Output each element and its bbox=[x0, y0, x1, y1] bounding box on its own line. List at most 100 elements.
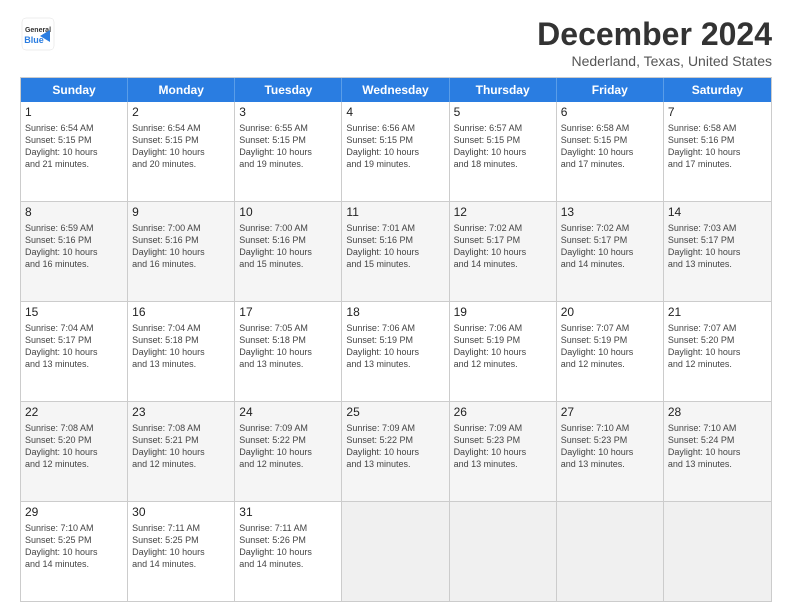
day-number: 10 bbox=[239, 205, 337, 221]
calendar-cell: 6Sunrise: 6:58 AMSunset: 5:15 PMDaylight… bbox=[557, 102, 664, 201]
header: General Blue December 2024 Nederland, Te… bbox=[20, 16, 772, 69]
calendar-cell: 26Sunrise: 7:09 AMSunset: 5:23 PMDayligh… bbox=[450, 402, 557, 501]
cell-sun-info: Sunrise: 7:09 AMSunset: 5:23 PMDaylight:… bbox=[454, 422, 552, 471]
cell-sun-info: Sunrise: 7:11 AMSunset: 5:25 PMDaylight:… bbox=[132, 522, 230, 571]
day-number: 17 bbox=[239, 305, 337, 321]
page: General Blue December 2024 Nederland, Te… bbox=[0, 0, 792, 612]
calendar-row-4: 22Sunrise: 7:08 AMSunset: 5:20 PMDayligh… bbox=[21, 401, 771, 501]
cell-sun-info: Sunrise: 6:56 AMSunset: 5:15 PMDaylight:… bbox=[346, 122, 444, 171]
cell-sun-info: Sunrise: 7:03 AMSunset: 5:17 PMDaylight:… bbox=[668, 222, 767, 271]
day-number: 29 bbox=[25, 505, 123, 521]
day-number: 8 bbox=[25, 205, 123, 221]
day-number: 25 bbox=[346, 405, 444, 421]
calendar-cell: 3Sunrise: 6:55 AMSunset: 5:15 PMDaylight… bbox=[235, 102, 342, 201]
cell-sun-info: Sunrise: 7:08 AMSunset: 5:21 PMDaylight:… bbox=[132, 422, 230, 471]
calendar-cell: 20Sunrise: 7:07 AMSunset: 5:19 PMDayligh… bbox=[557, 302, 664, 401]
cell-sun-info: Sunrise: 7:09 AMSunset: 5:22 PMDaylight:… bbox=[346, 422, 444, 471]
calendar-cell: 12Sunrise: 7:02 AMSunset: 5:17 PMDayligh… bbox=[450, 202, 557, 301]
svg-text:Blue: Blue bbox=[24, 35, 44, 45]
calendar-cell: 4Sunrise: 6:56 AMSunset: 5:15 PMDaylight… bbox=[342, 102, 449, 201]
day-number: 22 bbox=[25, 405, 123, 421]
day-number: 9 bbox=[132, 205, 230, 221]
cell-sun-info: Sunrise: 7:10 AMSunset: 5:23 PMDaylight:… bbox=[561, 422, 659, 471]
calendar-cell: 22Sunrise: 7:08 AMSunset: 5:20 PMDayligh… bbox=[21, 402, 128, 501]
calendar-body: 1Sunrise: 6:54 AMSunset: 5:15 PMDaylight… bbox=[21, 102, 771, 601]
calendar-cell: 28Sunrise: 7:10 AMSunset: 5:24 PMDayligh… bbox=[664, 402, 771, 501]
cell-sun-info: Sunrise: 6:55 AMSunset: 5:15 PMDaylight:… bbox=[239, 122, 337, 171]
cell-sun-info: Sunrise: 7:09 AMSunset: 5:22 PMDaylight:… bbox=[239, 422, 337, 471]
calendar-cell: 27Sunrise: 7:10 AMSunset: 5:23 PMDayligh… bbox=[557, 402, 664, 501]
cell-sun-info: Sunrise: 7:07 AMSunset: 5:20 PMDaylight:… bbox=[668, 322, 767, 371]
calendar-cell: 21Sunrise: 7:07 AMSunset: 5:20 PMDayligh… bbox=[664, 302, 771, 401]
day-number: 13 bbox=[561, 205, 659, 221]
day-number: 23 bbox=[132, 405, 230, 421]
calendar-cell: 17Sunrise: 7:05 AMSunset: 5:18 PMDayligh… bbox=[235, 302, 342, 401]
day-number: 4 bbox=[346, 105, 444, 121]
calendar-cell: 1Sunrise: 6:54 AMSunset: 5:15 PMDaylight… bbox=[21, 102, 128, 201]
day-number: 15 bbox=[25, 305, 123, 321]
day-number: 31 bbox=[239, 505, 337, 521]
cell-sun-info: Sunrise: 7:05 AMSunset: 5:18 PMDaylight:… bbox=[239, 322, 337, 371]
calendar-cell: 2Sunrise: 6:54 AMSunset: 5:15 PMDaylight… bbox=[128, 102, 235, 201]
calendar-cell: 19Sunrise: 7:06 AMSunset: 5:19 PMDayligh… bbox=[450, 302, 557, 401]
calendar-row-1: 1Sunrise: 6:54 AMSunset: 5:15 PMDaylight… bbox=[21, 102, 771, 201]
day-number: 24 bbox=[239, 405, 337, 421]
calendar-cell: 24Sunrise: 7:09 AMSunset: 5:22 PMDayligh… bbox=[235, 402, 342, 501]
calendar-cell: 9Sunrise: 7:00 AMSunset: 5:16 PMDaylight… bbox=[128, 202, 235, 301]
calendar-cell bbox=[664, 502, 771, 601]
calendar-row-3: 15Sunrise: 7:04 AMSunset: 5:17 PMDayligh… bbox=[21, 301, 771, 401]
day-number: 2 bbox=[132, 105, 230, 121]
day-number: 20 bbox=[561, 305, 659, 321]
col-header-saturday: Saturday bbox=[664, 78, 771, 102]
calendar-cell: 15Sunrise: 7:04 AMSunset: 5:17 PMDayligh… bbox=[21, 302, 128, 401]
day-number: 19 bbox=[454, 305, 552, 321]
col-header-tuesday: Tuesday bbox=[235, 78, 342, 102]
calendar-row-5: 29Sunrise: 7:10 AMSunset: 5:25 PMDayligh… bbox=[21, 501, 771, 601]
day-number: 14 bbox=[668, 205, 767, 221]
calendar-cell: 16Sunrise: 7:04 AMSunset: 5:18 PMDayligh… bbox=[128, 302, 235, 401]
cell-sun-info: Sunrise: 7:01 AMSunset: 5:16 PMDaylight:… bbox=[346, 222, 444, 271]
cell-sun-info: Sunrise: 7:04 AMSunset: 5:17 PMDaylight:… bbox=[25, 322, 123, 371]
title-block: December 2024 Nederland, Texas, United S… bbox=[537, 16, 772, 69]
calendar-cell: 25Sunrise: 7:09 AMSunset: 5:22 PMDayligh… bbox=[342, 402, 449, 501]
cell-sun-info: Sunrise: 7:10 AMSunset: 5:25 PMDaylight:… bbox=[25, 522, 123, 571]
location: Nederland, Texas, United States bbox=[537, 53, 772, 69]
logo: General Blue bbox=[20, 16, 56, 52]
day-number: 5 bbox=[454, 105, 552, 121]
col-header-wednesday: Wednesday bbox=[342, 78, 449, 102]
calendar-cell: 7Sunrise: 6:58 AMSunset: 5:16 PMDaylight… bbox=[664, 102, 771, 201]
cell-sun-info: Sunrise: 6:59 AMSunset: 5:16 PMDaylight:… bbox=[25, 222, 123, 271]
col-header-friday: Friday bbox=[557, 78, 664, 102]
col-header-thursday: Thursday bbox=[450, 78, 557, 102]
day-number: 12 bbox=[454, 205, 552, 221]
calendar-cell: 23Sunrise: 7:08 AMSunset: 5:21 PMDayligh… bbox=[128, 402, 235, 501]
cell-sun-info: Sunrise: 7:11 AMSunset: 5:26 PMDaylight:… bbox=[239, 522, 337, 571]
day-number: 18 bbox=[346, 305, 444, 321]
calendar-cell: 13Sunrise: 7:02 AMSunset: 5:17 PMDayligh… bbox=[557, 202, 664, 301]
cell-sun-info: Sunrise: 6:58 AMSunset: 5:15 PMDaylight:… bbox=[561, 122, 659, 171]
calendar-header: SundayMondayTuesdayWednesdayThursdayFrid… bbox=[21, 78, 771, 102]
day-number: 26 bbox=[454, 405, 552, 421]
calendar-cell: 8Sunrise: 6:59 AMSunset: 5:16 PMDaylight… bbox=[21, 202, 128, 301]
day-number: 6 bbox=[561, 105, 659, 121]
cell-sun-info: Sunrise: 7:02 AMSunset: 5:17 PMDaylight:… bbox=[561, 222, 659, 271]
calendar-cell: 18Sunrise: 7:06 AMSunset: 5:19 PMDayligh… bbox=[342, 302, 449, 401]
cell-sun-info: Sunrise: 6:54 AMSunset: 5:15 PMDaylight:… bbox=[132, 122, 230, 171]
calendar-cell bbox=[450, 502, 557, 601]
cell-sun-info: Sunrise: 7:07 AMSunset: 5:19 PMDaylight:… bbox=[561, 322, 659, 371]
calendar-cell: 5Sunrise: 6:57 AMSunset: 5:15 PMDaylight… bbox=[450, 102, 557, 201]
day-number: 11 bbox=[346, 205, 444, 221]
day-number: 1 bbox=[25, 105, 123, 121]
calendar-cell bbox=[342, 502, 449, 601]
day-number: 7 bbox=[668, 105, 767, 121]
cell-sun-info: Sunrise: 6:54 AMSunset: 5:15 PMDaylight:… bbox=[25, 122, 123, 171]
calendar-cell: 11Sunrise: 7:01 AMSunset: 5:16 PMDayligh… bbox=[342, 202, 449, 301]
day-number: 16 bbox=[132, 305, 230, 321]
day-number: 27 bbox=[561, 405, 659, 421]
day-number: 30 bbox=[132, 505, 230, 521]
calendar: SundayMondayTuesdayWednesdayThursdayFrid… bbox=[20, 77, 772, 602]
col-header-sunday: Sunday bbox=[21, 78, 128, 102]
day-number: 28 bbox=[668, 405, 767, 421]
day-number: 3 bbox=[239, 105, 337, 121]
cell-sun-info: Sunrise: 7:06 AMSunset: 5:19 PMDaylight:… bbox=[454, 322, 552, 371]
